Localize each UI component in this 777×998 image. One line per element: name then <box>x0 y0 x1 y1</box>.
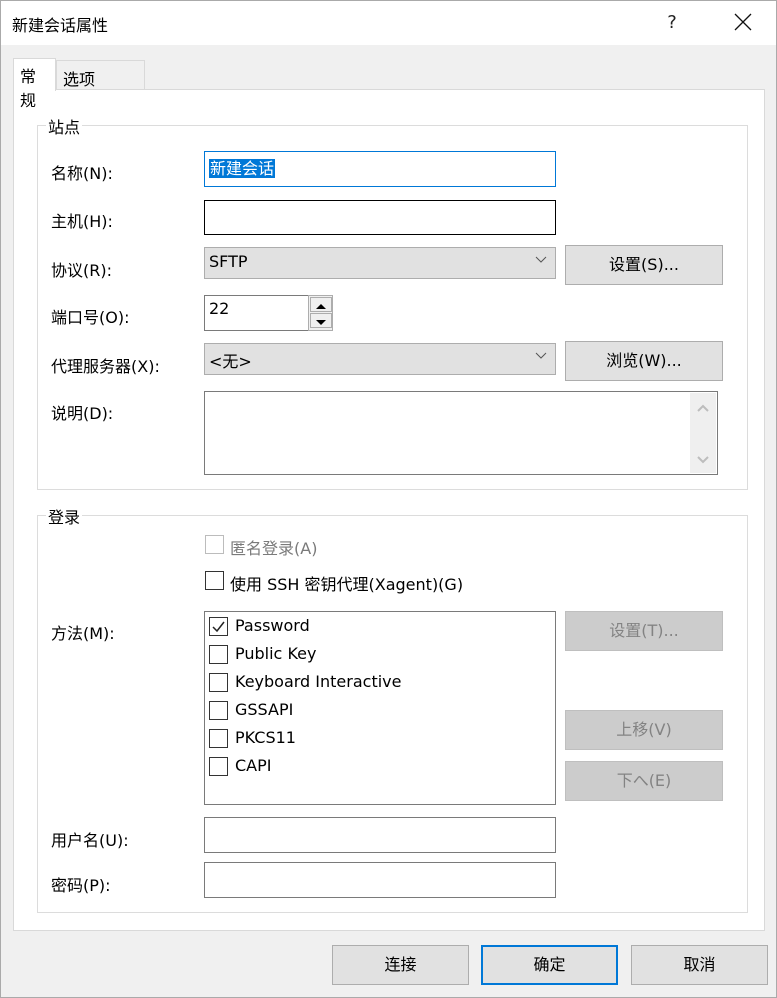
site-group-title: 站点 <box>46 114 83 138</box>
proxy-dropdown[interactable]: <无> <box>204 343 556 375</box>
method-item-password[interactable]: Password <box>209 613 549 641</box>
method-settings-button[interactable]: 设置(T)... <box>565 611 723 651</box>
name-input[interactable]: 新建会话 <box>204 151 556 187</box>
move-up-button[interactable]: 上移(V) <box>565 710 723 750</box>
method-item-pkcs11[interactable]: PKCS11 <box>209 725 549 753</box>
help-button[interactable]: ? <box>656 9 688 37</box>
method-keyboard-interactive-checkbox[interactable] <box>209 673 228 692</box>
title-bar: 新建会话属性 ? <box>1 1 776 45</box>
username-input[interactable] <box>204 817 556 853</box>
name-label: 名称(N): <box>51 164 113 183</box>
method-item-public-key[interactable]: Public Key <box>209 641 549 669</box>
method-label-text: GSSAPI <box>235 700 294 719</box>
method-label-text: Public Key <box>235 644 317 663</box>
description-textarea[interactable] <box>204 391 718 475</box>
proxy-value: <无> <box>209 352 252 371</box>
port-spinner <box>308 295 333 331</box>
method-label-text: Password <box>235 616 310 635</box>
method-item-capi[interactable]: CAPI <box>209 753 549 781</box>
login-group-title: 登录 <box>46 504 83 528</box>
port-decrement-button[interactable] <box>310 313 332 328</box>
password-label: 密码(P): <box>51 876 111 895</box>
xagent-label: 使用 SSH 密钥代理(Xagent)(G) <box>230 575 464 594</box>
description-label: 说明(D): <box>51 404 114 423</box>
connect-button[interactable]: 连接 <box>332 945 469 985</box>
password-input[interactable] <box>204 862 556 898</box>
triangle-down-icon <box>316 320 326 325</box>
method-label-text: PKCS11 <box>235 728 296 747</box>
protocol-label: 协议(R): <box>51 261 112 280</box>
method-listbox[interactable]: Password Public Key Keyboard Interactive… <box>204 611 556 805</box>
ok-button[interactable]: 确定 <box>481 945 618 985</box>
host-input[interactable] <box>204 200 556 235</box>
method-password-checkbox[interactable] <box>209 617 228 636</box>
port-increment-button[interactable] <box>310 297 332 312</box>
method-label-text: CAPI <box>235 756 272 775</box>
port-input[interactable]: 22 <box>204 295 310 331</box>
protocol-settings-button[interactable]: 设置(S)... <box>565 245 723 285</box>
anonymous-login-checkbox[interactable] <box>205 535 224 554</box>
chevron-down-icon <box>535 256 547 263</box>
proxy-label: 代理服务器(X): <box>51 357 160 376</box>
tab-panel-general: 站点 名称(N): 新建会话 主机(H): 协议(R): SFTP 设置(S).… <box>13 89 765 931</box>
host-label: 主机(H): <box>51 212 113 231</box>
triangle-up-icon <box>316 304 326 309</box>
method-label-text: Keyboard Interactive <box>235 672 402 691</box>
scroll-up-icon[interactable] <box>697 404 709 412</box>
xagent-checkbox[interactable] <box>205 571 224 590</box>
name-input-value: 新建会话 <box>209 159 276 178</box>
method-item-gssapi[interactable]: GSSAPI <box>209 697 549 725</box>
tab-general[interactable]: 常规 <box>13 58 56 110</box>
close-icon <box>734 13 752 31</box>
method-capi-checkbox[interactable] <box>209 757 228 776</box>
cancel-button[interactable]: 取消 <box>631 945 768 985</box>
method-gssapi-checkbox[interactable] <box>209 701 228 720</box>
scroll-down-icon[interactable] <box>697 456 709 464</box>
username-label: 用户名(U): <box>51 831 129 850</box>
port-label: 端口号(O): <box>51 308 130 327</box>
description-scrollbar[interactable] <box>690 393 716 473</box>
method-label: 方法(M): <box>51 624 115 643</box>
dialog-title: 新建会话属性 <box>12 16 109 35</box>
new-session-properties-dialog: 新建会话属性 ? 常规 选项 站点 名称(N): 新建会话 主机(H): 协议(… <box>0 0 777 998</box>
chevron-down-icon <box>535 352 547 359</box>
tab-options[interactable]: 选项 <box>56 60 145 89</box>
method-pkcs11-checkbox[interactable] <box>209 729 228 748</box>
move-down-button[interactable]: 下へ(E) <box>565 761 723 801</box>
anonymous-login-label: 匿名登录(A) <box>230 539 318 558</box>
protocol-value: SFTP <box>209 252 248 271</box>
close-button[interactable] <box>723 9 763 37</box>
method-item-keyboard-interactive[interactable]: Keyboard Interactive <box>209 669 549 697</box>
checkmark-icon <box>212 621 225 633</box>
protocol-dropdown[interactable]: SFTP <box>204 247 556 279</box>
method-public-key-checkbox[interactable] <box>209 645 228 664</box>
proxy-browse-button[interactable]: 浏览(W)... <box>565 341 723 381</box>
